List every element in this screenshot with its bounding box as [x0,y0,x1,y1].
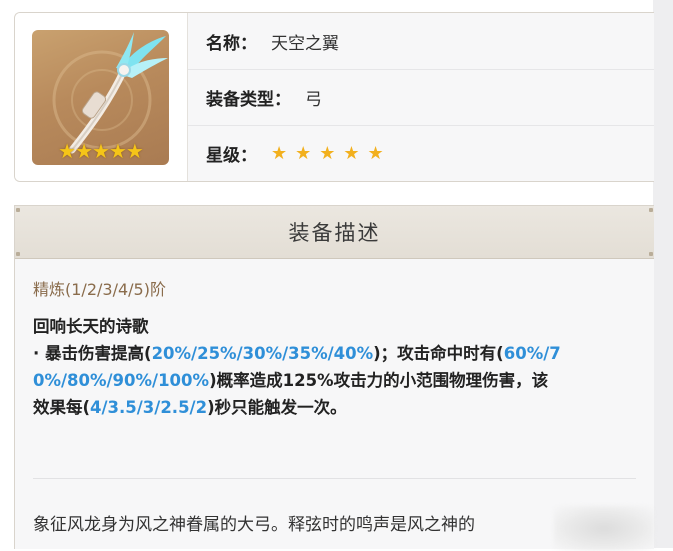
star-icon: ★★★★★ [271,142,392,164]
name-label: 名称： [206,33,257,54]
skill-text: )秒只能触发一次。 [207,398,347,417]
corner-ornament [16,208,20,212]
skill-text: )；攻击命中时有( [373,344,504,363]
skill-text: · 暴击伤害提高( [33,344,152,363]
description-title: 装备描述 [288,221,381,245]
skill-value: 0%/80%/90%/100% [33,371,210,390]
info-rows: 名称： 天空之翼 装备类型： 弓 星级： ★★★★★ [188,13,654,181]
section-divider [33,478,636,479]
type-label: 装备类型： [206,89,291,110]
skill-title: 回响长天的诗歌 [33,317,149,336]
watermark-blur [554,506,654,551]
weapon-info-card: ★★★★★ 名称： 天空之翼 装备类型： 弓 星级： ★★★★★ [14,12,654,182]
rarity-label: 星级： [206,145,257,166]
corner-ornament [649,208,653,212]
skill-text: 效果每( [33,398,91,417]
description-header: 装备描述 [15,206,654,259]
skill-line-2: 0%/80%/90%/100%)概率造成125%攻击力的小范围物理伤害，该 [33,367,643,394]
skill-line-1: · 暴击伤害提高(20%/25%/30%/35%/40%)；攻击命中时有(60%… [33,340,643,367]
refinement-label: 精炼(1/2/3/4/5)阶 [33,280,166,299]
description-panel: 装备描述 精炼(1/2/3/4/5)阶 回响长天的诗歌 · 暴击伤害提高(20%… [14,205,654,551]
skill-value: 60%/7 [503,344,561,363]
skill-value: 4/3.5/3/2.5/2 [90,398,208,417]
type-row: 装备类型： 弓 [188,69,654,126]
weapon-thumbnail: ★★★★★ [32,30,169,165]
rarity-row: 星级： ★★★★★ [188,125,654,181]
name-row: 名称： 天空之翼 [188,13,654,70]
skill-value: 20%/25%/30%/35%/40% [151,344,374,363]
skill-text: )概率造成125%攻击力的小范围物理伤害，该 [209,371,549,390]
type-value: 弓 [305,89,322,110]
thumbnail-rarity-stars: ★★★★★ [58,139,144,163]
corner-ornament [649,252,653,256]
name-value: 天空之翼 [271,33,339,54]
page-edge [653,0,673,548]
thumbnail-column: ★★★★★ [15,13,188,181]
skill-block: 回响长天的诗歌 · 暴击伤害提高(20%/25%/30%/35%/40%)；攻击… [33,313,643,421]
corner-ornament [16,252,20,256]
skill-line-3: 效果每(4/3.5/3/2.5/2)秒只能触发一次。 [33,394,643,421]
